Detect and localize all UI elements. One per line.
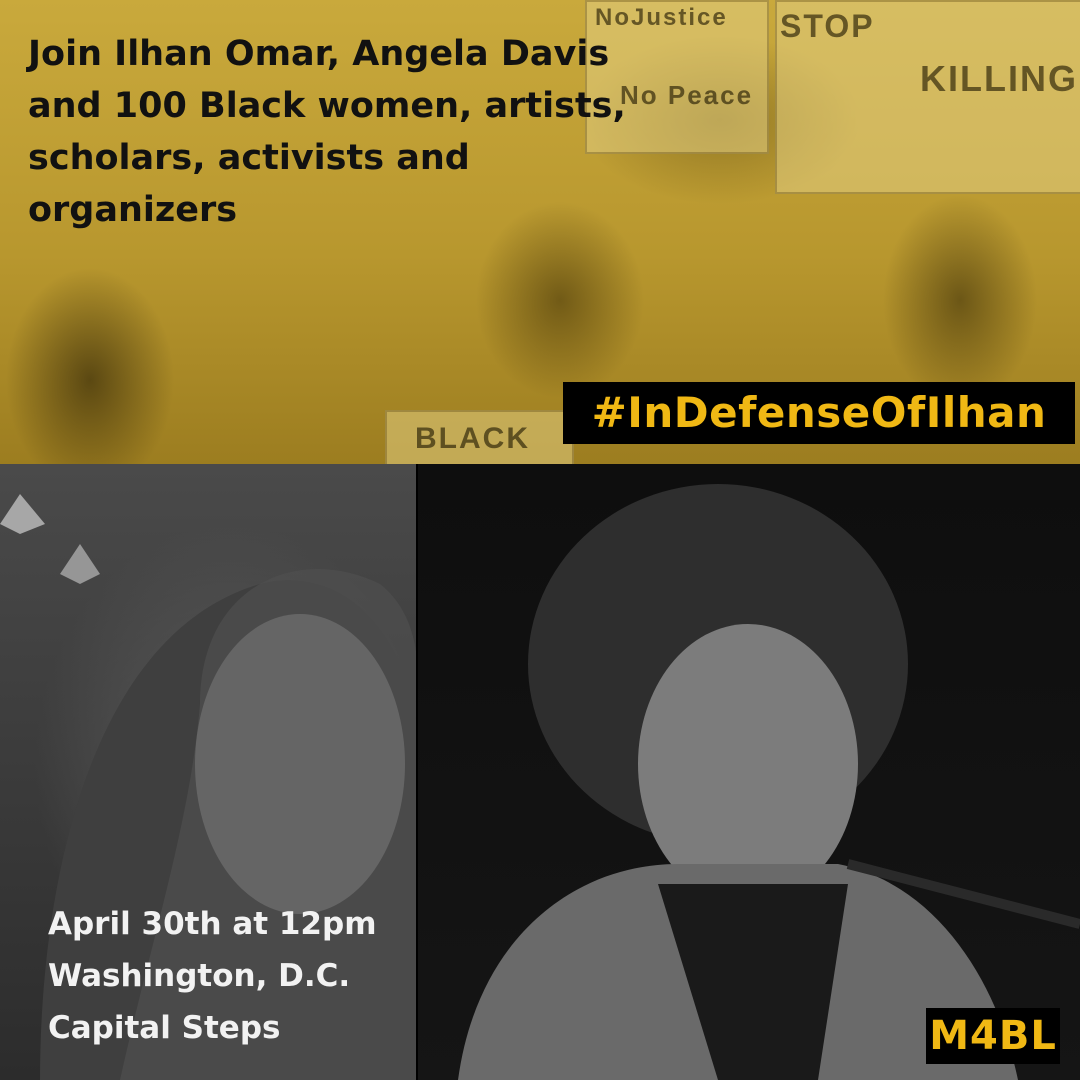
portrait-silhouette-right <box>458 484 1080 1080</box>
ilhan-omar-photo: April 30th at 12pm Washington, D.C. Capi… <box>0 464 418 1080</box>
sign-text-black: BLACK <box>415 422 530 455</box>
protest-flyer: NoJustice No Peace STOP KILLING BLACK Jo… <box>0 0 1080 1080</box>
event-city: Washington, D.C. <box>48 958 351 994</box>
event-date-time: April 30th at 12pm <box>48 906 377 942</box>
hashtag-banner: #InDefenseOfIlhan <box>563 382 1075 444</box>
sign-text-stop: STOP <box>780 8 875 44</box>
event-details: April 30th at 12pm Washington, D.C. Capi… <box>48 898 408 1054</box>
headline: Join Ilhan Omar, Angela Davis and 100 Bl… <box>28 34 626 230</box>
sign-text-killing: KILLING <box>920 58 1078 99</box>
event-location: Capital Steps <box>48 1010 281 1046</box>
angela-davis-photo: M4BL <box>418 464 1080 1080</box>
m4bl-logo: M4BL <box>926 1008 1060 1064</box>
protest-photo-band: NoJustice No Peace STOP KILLING BLACK Jo… <box>0 0 1080 468</box>
